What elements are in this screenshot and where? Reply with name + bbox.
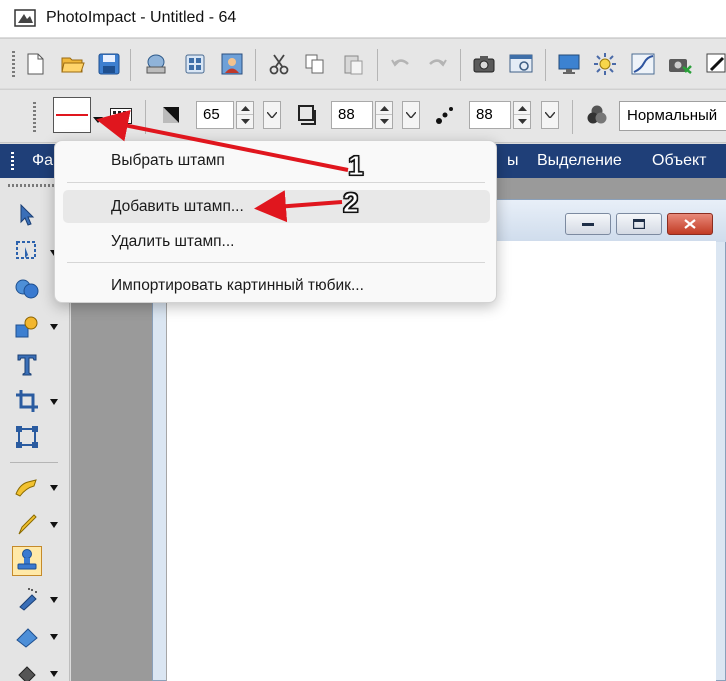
annotation-marker-2: 2: [343, 187, 360, 219]
copy-icon[interactable]: [302, 51, 328, 77]
eraser-tool-icon[interactable]: [12, 622, 42, 652]
menu-separator: [67, 182, 485, 183]
spacing-spinner[interactable]: [513, 101, 531, 129]
redo-icon[interactable]: [424, 51, 450, 77]
minimize-button[interactable]: [565, 213, 611, 235]
window-title: PhotoImpact - Untitled - 64: [46, 9, 237, 26]
size-dropdown[interactable]: [402, 101, 420, 129]
maximize-button[interactable]: [616, 213, 662, 235]
capture-icon[interactable]: [508, 51, 534, 77]
tool-flyout-arrow-icon[interactable]: [50, 597, 58, 603]
spin-up-icon[interactable]: [237, 102, 253, 115]
save-icon[interactable]: [96, 51, 122, 77]
spin-down-icon[interactable]: [237, 115, 253, 128]
title-bar: PhotoImpact - Untitled - 64: [0, 0, 726, 37]
spin-up-icon[interactable]: [376, 102, 392, 115]
grid-icon[interactable]: [108, 103, 134, 129]
menu-partial[interactable]: ы: [507, 152, 519, 170]
tool-flyout-arrow-icon[interactable]: [50, 634, 58, 640]
selection-tool-icon[interactable]: [12, 236, 42, 266]
attribute-toolbar: 65 88 88: [0, 89, 726, 143]
menu-separator: [67, 262, 485, 263]
stamp-tool-icon[interactable]: [12, 546, 42, 576]
menu-selection[interactable]: Выделение: [537, 152, 622, 170]
spin-up-icon[interactable]: [514, 102, 530, 115]
menu-item-delete-stamp[interactable]: Удалить штамп...: [63, 225, 490, 258]
batch-icon[interactable]: [182, 51, 208, 77]
paste-icon[interactable]: [340, 51, 366, 77]
brightness-icon[interactable]: [592, 51, 618, 77]
menu-item-select-stamp[interactable]: Выбрать штамп: [63, 144, 490, 177]
stamp-dropdown-arrow-icon[interactable]: [93, 110, 103, 126]
standard-toolbar: [0, 38, 726, 88]
paint-brush-tool-icon[interactable]: [12, 509, 42, 539]
pick-tool-icon[interactable]: [12, 200, 42, 230]
spin-down-icon[interactable]: [376, 115, 392, 128]
menu-item-import-picture-tube[interactable]: Импортировать картинный тюбик...: [63, 269, 490, 302]
transparency-icon: [158, 102, 184, 128]
menu-item-add-stamp[interactable]: Добавить штамп...: [63, 190, 490, 223]
tool-flyout-arrow-icon[interactable]: [50, 485, 58, 491]
transparency-input[interactable]: 65: [196, 101, 234, 129]
tool-flyout-arrow-icon[interactable]: [50, 324, 58, 330]
cut-icon[interactable]: [266, 51, 292, 77]
brush-size-icon: [295, 102, 321, 128]
blend-mode-select[interactable]: Нормальный: [619, 101, 726, 131]
camera-icon[interactable]: [471, 51, 497, 77]
scan-icon[interactable]: [143, 51, 169, 77]
menu-file[interactable]: Фа: [32, 152, 53, 170]
blend-mode-icon: [584, 102, 610, 128]
text-tool-icon[interactable]: [12, 350, 42, 380]
size-input[interactable]: 88: [331, 101, 373, 129]
airbrush-tool-icon[interactable]: [12, 584, 42, 614]
annotation-marker-1: 1: [348, 150, 365, 182]
toolbar-grip[interactable]: [12, 51, 15, 79]
tool-flyout-arrow-icon[interactable]: [50, 399, 58, 405]
transparency-dropdown[interactable]: [263, 101, 281, 129]
photo-edit-icon[interactable]: [667, 51, 693, 77]
spacing-input[interactable]: 88: [469, 101, 511, 129]
transparency-spinner[interactable]: [236, 101, 254, 129]
stamp-dropdown-menu: Выбрать штамп Добавить штамп... Удалить …: [54, 140, 497, 303]
close-button[interactable]: [667, 213, 713, 235]
undo-icon[interactable]: [388, 51, 414, 77]
menu-object[interactable]: Объект: [652, 152, 706, 170]
stamp-preview-swatch[interactable]: [53, 97, 91, 133]
spin-down-icon[interactable]: [514, 115, 530, 128]
portrait-icon[interactable]: [219, 51, 245, 77]
toolpanel-grip[interactable]: [8, 184, 58, 187]
toolbar-grip[interactable]: [33, 102, 36, 134]
transform-tool-icon[interactable]: [12, 422, 42, 452]
curves-icon[interactable]: [630, 51, 656, 77]
shape-tool-icon[interactable]: [12, 312, 42, 342]
open-folder-icon[interactable]: [60, 51, 86, 77]
photoimpact-app-icon: [14, 9, 36, 27]
smudge-tool-icon[interactable]: [12, 472, 42, 502]
spacing-dots-icon: [432, 102, 458, 128]
image-canvas[interactable]: [166, 241, 716, 681]
tool-flyout-arrow-icon[interactable]: [50, 671, 58, 677]
crop-tool-icon[interactable]: [12, 386, 42, 416]
menubar-grip[interactable]: [11, 152, 14, 170]
new-file-icon[interactable]: [22, 51, 48, 77]
fill-tool-icon[interactable]: [12, 658, 42, 681]
size-spinner[interactable]: [375, 101, 393, 129]
spacing-dropdown[interactable]: [541, 101, 559, 129]
tool-flyout-arrow-icon[interactable]: [50, 522, 58, 528]
monitor-icon[interactable]: [556, 51, 582, 77]
object-select-tool-icon[interactable]: [12, 274, 42, 304]
edit-pen-icon[interactable]: [704, 51, 726, 77]
